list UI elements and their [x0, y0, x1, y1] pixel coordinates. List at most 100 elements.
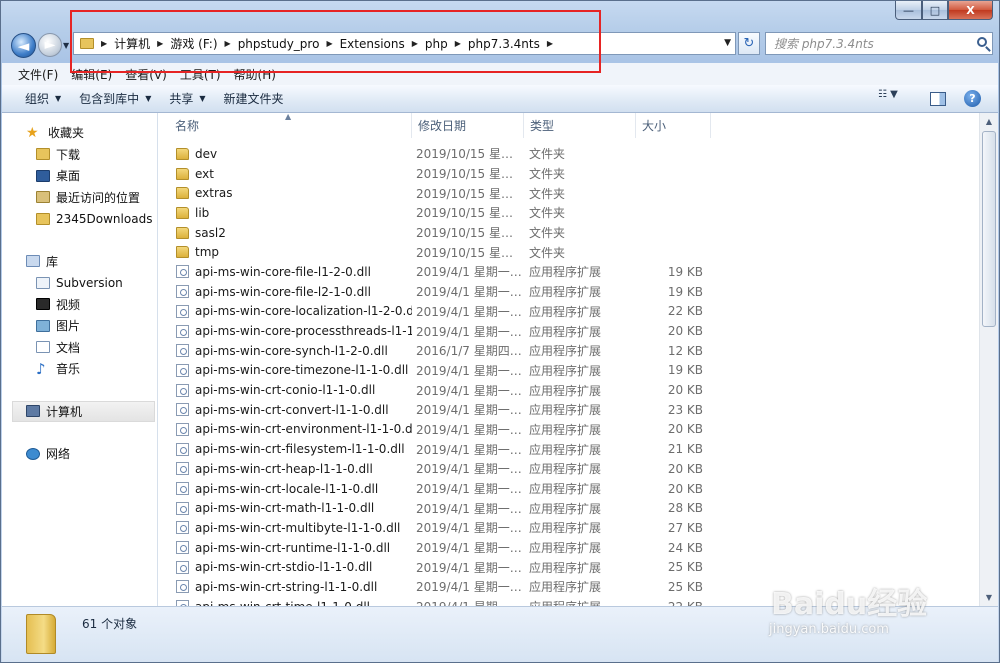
address-dropdown-icon[interactable]: ▼: [724, 38, 731, 48]
nav-favorites[interactable]: ★ 收藏夹: [2, 122, 157, 144]
nav-network[interactable]: 网络: [2, 443, 157, 465]
file-row[interactable]: sasl2 2019/10/15 星期... 文件夹: [159, 223, 978, 243]
breadcrumb-item[interactable]: ▶ Extensions: [319, 37, 404, 51]
scroll-up-icon[interactable]: ▲: [981, 113, 997, 130]
menu-file[interactable]: 文件(F): [18, 66, 58, 83]
nav-music[interactable]: ♪ 音乐: [2, 358, 157, 380]
file-row[interactable]: extras 2019/10/15 星期... 文件夹: [159, 183, 978, 203]
scrollbar-thumb[interactable]: [982, 131, 996, 327]
file-row[interactable]: api-ms-win-crt-multibyte-l1-1-0.dll 2019/…: [159, 518, 978, 538]
nav-computer[interactable]: 计算机: [12, 400, 155, 422]
file-name-cell: api-ms-win-core-localization-l1-2-0.dll: [159, 304, 412, 318]
refresh-button[interactable]: ↻: [738, 32, 760, 55]
column-header-date[interactable]: 修改日期: [412, 113, 524, 138]
vertical-scrollbar[interactable]: ▲ ▼: [979, 113, 998, 606]
include-in-library-button[interactable]: 包含到库中 ▼: [79, 90, 151, 107]
file-row[interactable]: api-ms-win-crt-locale-l1-1-0.dll 2019/4/1…: [159, 479, 978, 499]
chevron-right-icon[interactable]: ▶: [412, 39, 418, 48]
breadcrumb-item[interactable]: ▶ 计算机: [94, 35, 150, 52]
column-header-type[interactable]: 类型: [524, 113, 636, 138]
nav-recent-places[interactable]: 最近访问的位置: [2, 187, 157, 209]
file-size: 25 KB: [667, 560, 703, 575]
file-row[interactable]: api-ms-win-core-file-l1-2-0.dll 2019/4/1 …: [159, 262, 978, 282]
column-header-name[interactable]: ▲ 名称: [159, 113, 412, 138]
file-row[interactable]: api-ms-win-crt-stdio-l1-1-0.dll 2019/4/1 …: [159, 557, 978, 577]
file-name: api-ms-win-crt-runtime-l1-1-0.dll: [195, 540, 391, 555]
share-button[interactable]: 共享 ▼: [169, 90, 205, 107]
file-row[interactable]: api-ms-win-crt-convert-l1-1-0.dll 2019/4/…: [159, 400, 978, 420]
chevron-right-icon[interactable]: ▶: [455, 39, 461, 48]
file-name: api-ms-win-crt-multibyte-l1-1-0.dll: [195, 520, 401, 535]
preview-pane-icon[interactable]: [930, 92, 946, 106]
file-row[interactable]: api-ms-win-crt-runtime-l1-1-0.dll 2019/4/…: [159, 538, 978, 558]
chevron-right-icon[interactable]: ▶: [326, 39, 332, 48]
menu-view[interactable]: 查看(V): [125, 66, 167, 83]
file-row[interactable]: api-ms-win-crt-conio-l1-1-0.dll 2019/4/1 …: [159, 380, 978, 400]
file-row[interactable]: tmp 2019/10/15 星期... 文件夹: [159, 242, 978, 262]
file-row[interactable]: api-ms-win-core-synch-l1-2-0.dll 2016/1/7…: [159, 341, 978, 361]
folder-icon: [176, 147, 189, 160]
dll-file-icon: [176, 304, 189, 318]
file-row[interactable]: dev 2019/10/15 星期... 文件夹: [159, 144, 978, 164]
search-icon[interactable]: [977, 37, 987, 47]
nav-documents[interactable]: 文档: [2, 337, 157, 359]
nav-library[interactable]: 库: [2, 251, 157, 273]
menu-tools[interactable]: 工具(T): [180, 66, 221, 83]
file-row[interactable]: api-ms-win-core-localization-l1-2-0.dll 2…: [159, 302, 978, 322]
chevron-right-icon[interactable]: ▶: [547, 39, 553, 48]
nav-2345downloads[interactable]: 2345Downloads: [2, 208, 157, 230]
dll-file-icon: [176, 580, 189, 594]
nav-subversion[interactable]: Subversion: [2, 272, 157, 294]
address-bar[interactable]: ▶ 计算机 ▶ 游戏 (F:) ▶ phpstudy_pro ▶ Extensions ▶ php…: [73, 32, 736, 55]
nav-downloads[interactable]: 下载: [2, 144, 157, 166]
search-input[interactable]: 搜索 php7.3.4nts: [765, 32, 993, 55]
file-size: 25 KB: [667, 579, 703, 594]
scroll-down-icon[interactable]: ▼: [981, 589, 997, 606]
nav-label: 收藏夹: [48, 126, 85, 141]
content-area: ★ 收藏夹 下载 桌面 最近访问的位置 2345Downloads 库 Subve…: [2, 113, 998, 606]
maximize-button[interactable]: □: [922, 1, 948, 20]
file-type: 文件夹: [529, 186, 566, 201]
new-folder-button[interactable]: 新建文件夹: [224, 90, 284, 107]
organize-button[interactable]: 组织 ▼: [25, 90, 61, 107]
chevron-right-icon[interactable]: ▶: [101, 39, 107, 48]
file-name: api-ms-win-core-timezone-l1-1-0.dll: [195, 363, 409, 378]
file-row[interactable]: api-ms-win-crt-heap-l1-1-0.dll 2019/4/1 星…: [159, 459, 978, 479]
menu-help[interactable]: 帮助(H): [234, 66, 276, 83]
breadcrumb-item[interactable]: ▶ php: [405, 37, 448, 51]
chevron-right-icon[interactable]: ▶: [225, 39, 231, 48]
breadcrumb-item[interactable]: ▶ phpstudy_pro: [218, 37, 320, 51]
forward-button[interactable]: ►: [38, 33, 62, 57]
file-date: 2019/4/1 星期一 ...: [416, 383, 524, 398]
breadcrumb-label: php: [424, 36, 448, 51]
minimize-button[interactable]: —: [895, 1, 922, 20]
nav-videos[interactable]: 视频: [2, 294, 157, 316]
recent-pages-dropdown[interactable]: ▼: [63, 41, 69, 50]
file-row[interactable]: api-ms-win-core-processthreads-l1-1... 20…: [159, 321, 978, 341]
nav-pictures[interactable]: 图片: [2, 315, 157, 337]
file-row[interactable]: api-ms-win-core-file-l2-1-0.dll 2019/4/1 …: [159, 282, 978, 302]
file-row[interactable]: api-ms-win-core-timezone-l1-1-0.dll 2019/…: [159, 361, 978, 381]
file-name-cell: api-ms-win-crt-string-l1-1-0.dll: [159, 580, 412, 594]
close-button[interactable]: X: [948, 1, 993, 20]
breadcrumb-label: 游戏 (F:): [170, 37, 218, 51]
file-row[interactable]: api-ms-win-crt-filesystem-l1-1-0.dll 2019…: [159, 439, 978, 459]
file-row[interactable]: api-ms-win-crt-math-l1-1-0.dll 2019/4/1 星…: [159, 498, 978, 518]
menu-edit[interactable]: 编辑(E): [71, 66, 112, 83]
breadcrumb-item[interactable]: ▶ 游戏 (F:): [150, 35, 217, 52]
help-icon[interactable]: ?: [964, 90, 981, 107]
back-button[interactable]: ◄: [11, 33, 36, 58]
breadcrumb-item[interactable]: ▶ php7.3.4nts: [448, 37, 540, 51]
column-header-size[interactable]: 大小: [636, 113, 711, 138]
file-row[interactable]: lib 2019/10/15 星期... 文件夹: [159, 203, 978, 223]
chevron-right-icon[interactable]: ▶: [157, 39, 163, 48]
nav-desktop[interactable]: 桌面: [2, 165, 157, 187]
file-row[interactable]: ext 2019/10/15 星期... 文件夹: [159, 164, 978, 184]
file-type: 应用程序扩展: [529, 501, 602, 516]
file-date: 2019/10/15 星期...: [416, 206, 524, 221]
file-row[interactable]: api-ms-win-crt-environment-l1-1-0.dll 201…: [159, 420, 978, 440]
file-type: 应用程序扩展: [529, 304, 602, 319]
file-date: 2019/4/1 星期一 ...: [416, 442, 524, 457]
change-view-icon[interactable]: ☷ ▼: [878, 89, 898, 100]
